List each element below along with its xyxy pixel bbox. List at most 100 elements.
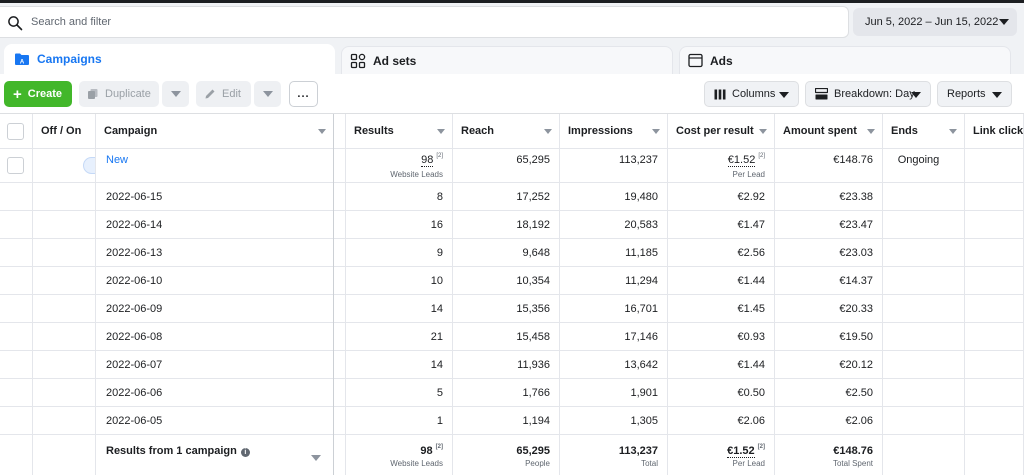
sort-caret-icon[interactable]: [544, 129, 552, 134]
row-results: 14: [430, 303, 443, 315]
header-reach[interactable]: Reach: [453, 114, 560, 149]
breakdown-button-label: Breakdown: Day: [834, 88, 915, 100]
header-link_clicks-label: Link click: [973, 125, 1024, 137]
tab-ads-label: Ads: [710, 53, 733, 68]
breakdown-icon: [815, 88, 828, 100]
table-row-spent: €23.03: [775, 239, 883, 267]
totals-impressions-sub: Total: [641, 459, 658, 468]
table-row-ends: [883, 351, 965, 379]
svg-text:A: A: [20, 60, 25, 66]
totals-gap: [334, 435, 346, 475]
campaign-table: Off / On Campaign Results Reach Impressions C…: [0, 114, 1024, 475]
edit-button[interactable]: Edit: [196, 81, 251, 107]
table-row-ends: [883, 407, 965, 435]
chevron-down-icon: [170, 91, 181, 97]
row-date: 2022-06-09: [106, 303, 163, 315]
columns-button[interactable]: Columns: [704, 81, 799, 107]
table-row-ends: [883, 211, 965, 239]
totals-cpr: €1.52 [2] Per Lead: [668, 435, 775, 475]
header-offon[interactable]: Off / On: [33, 114, 96, 149]
table-row-spent: €23.47: [775, 211, 883, 239]
table-row-offon: [33, 239, 96, 267]
table-row-impressions: 11,294: [560, 267, 668, 295]
totals-reach-sub: People: [525, 459, 550, 468]
header-campaign[interactable]: Campaign: [96, 114, 334, 149]
row-checkbox[interactable]: [7, 157, 24, 174]
table-row-results: 8: [346, 183, 453, 211]
table-row-reach: 1,194: [453, 407, 560, 435]
campaign-row-cb: [0, 149, 33, 183]
row-results: 16: [430, 219, 443, 231]
table-row-offon: [33, 295, 96, 323]
search-input[interactable]: [31, 11, 791, 33]
sort-caret-icon[interactable]: [652, 129, 660, 134]
table-row-link_clicks: [965, 351, 1024, 379]
table-row-cb: [0, 211, 33, 239]
table-row-cb: [0, 379, 33, 407]
campaign-row-campaign: New: [96, 149, 334, 183]
table-row-offon: [33, 351, 96, 379]
tab-ads[interactable]: Ads: [679, 46, 1011, 74]
create-button-label: Create: [27, 88, 63, 100]
reports-button[interactable]: Reports: [937, 81, 1012, 107]
header-link_clicks[interactable]: Link click: [965, 114, 1024, 149]
edit-dropdown-button[interactable]: [254, 81, 281, 107]
sort-caret-icon[interactable]: [437, 129, 445, 134]
header-ends[interactable]: Ends: [883, 114, 965, 149]
campaign-name-link[interactable]: New: [106, 154, 128, 166]
campaign-cpr-number: €1.52: [727, 154, 756, 167]
table-row-impressions: 16,701: [560, 295, 668, 323]
search-bar[interactable]: [0, 6, 849, 38]
row-spent: €2.50: [845, 387, 873, 399]
table-row-gap: [334, 323, 346, 351]
date-range-picker[interactable]: Jun 5, 2022 – Jun 15, 2022: [853, 8, 1017, 36]
header-cpr-label: Cost per result: [676, 125, 754, 137]
sort-caret-icon[interactable]: [949, 129, 957, 134]
table-row-cpr: €2.06: [668, 407, 775, 435]
info-icon[interactable]: i: [240, 448, 250, 457]
table-row-reach: 17,252: [453, 183, 560, 211]
select-all-checkbox[interactable]: [7, 123, 24, 140]
row-spent: €19.50: [839, 331, 873, 343]
date-range-label: Jun 5, 2022 – Jun 15, 2022: [865, 16, 999, 28]
duplicate-button[interactable]: Duplicate: [79, 81, 159, 107]
row-reach: 15,356: [516, 303, 550, 315]
header-campaign-label: Campaign: [104, 125, 158, 137]
duplicate-dropdown-button[interactable]: [162, 81, 189, 107]
campaign-on-toggle[interactable]: [83, 157, 95, 174]
table-row-gap: [334, 351, 346, 379]
row-results: 5: [436, 387, 443, 399]
row-results: 9: [436, 247, 443, 259]
row-spent: €23.38: [839, 191, 873, 203]
header-results[interactable]: Results: [346, 114, 453, 149]
table-row-impressions: 13,642: [560, 351, 668, 379]
chevron-down-icon[interactable]: [311, 455, 321, 461]
header-impressions[interactable]: Impressions: [560, 114, 668, 149]
table-row-gap: [334, 211, 346, 239]
create-button[interactable]: + Create: [4, 81, 72, 107]
row-results: 21: [430, 331, 443, 343]
table-row-gap: [334, 183, 346, 211]
tab-ad-sets[interactable]: Ad sets: [341, 46, 673, 74]
sort-caret-icon[interactable]: [318, 129, 326, 134]
header-cpr[interactable]: Cost per result: [668, 114, 775, 149]
footnote-marker: [2]: [757, 444, 765, 450]
sort-caret-icon[interactable]: [867, 129, 875, 134]
table-row-gap: [334, 295, 346, 323]
totals-link_clicks: [965, 435, 1024, 475]
header-spent[interactable]: Amount spent: [775, 114, 883, 149]
table-row-offon: [33, 267, 96, 295]
breakdown-button[interactable]: Breakdown: Day: [805, 81, 931, 107]
totals-results-value: 98 [2]: [346, 435, 443, 457]
tab-campaigns[interactable]: A Campaigns: [4, 44, 335, 74]
totals-results: 98 [2] Website Leads: [346, 435, 453, 475]
sort-caret-icon[interactable]: [759, 129, 767, 134]
table-row-impressions: 11,185: [560, 239, 668, 267]
row-reach: 1,194: [522, 415, 550, 427]
table-row-cpr: €1.44: [668, 267, 775, 295]
campaign-cpr-value: €1.52 [2]: [668, 149, 765, 167]
duplicate-icon: [88, 89, 98, 99]
table-row-spent: €2.50: [775, 379, 883, 407]
more-options-button[interactable]: ...: [289, 81, 318, 107]
totals-cpr-sub: Per Lead: [732, 459, 765, 468]
